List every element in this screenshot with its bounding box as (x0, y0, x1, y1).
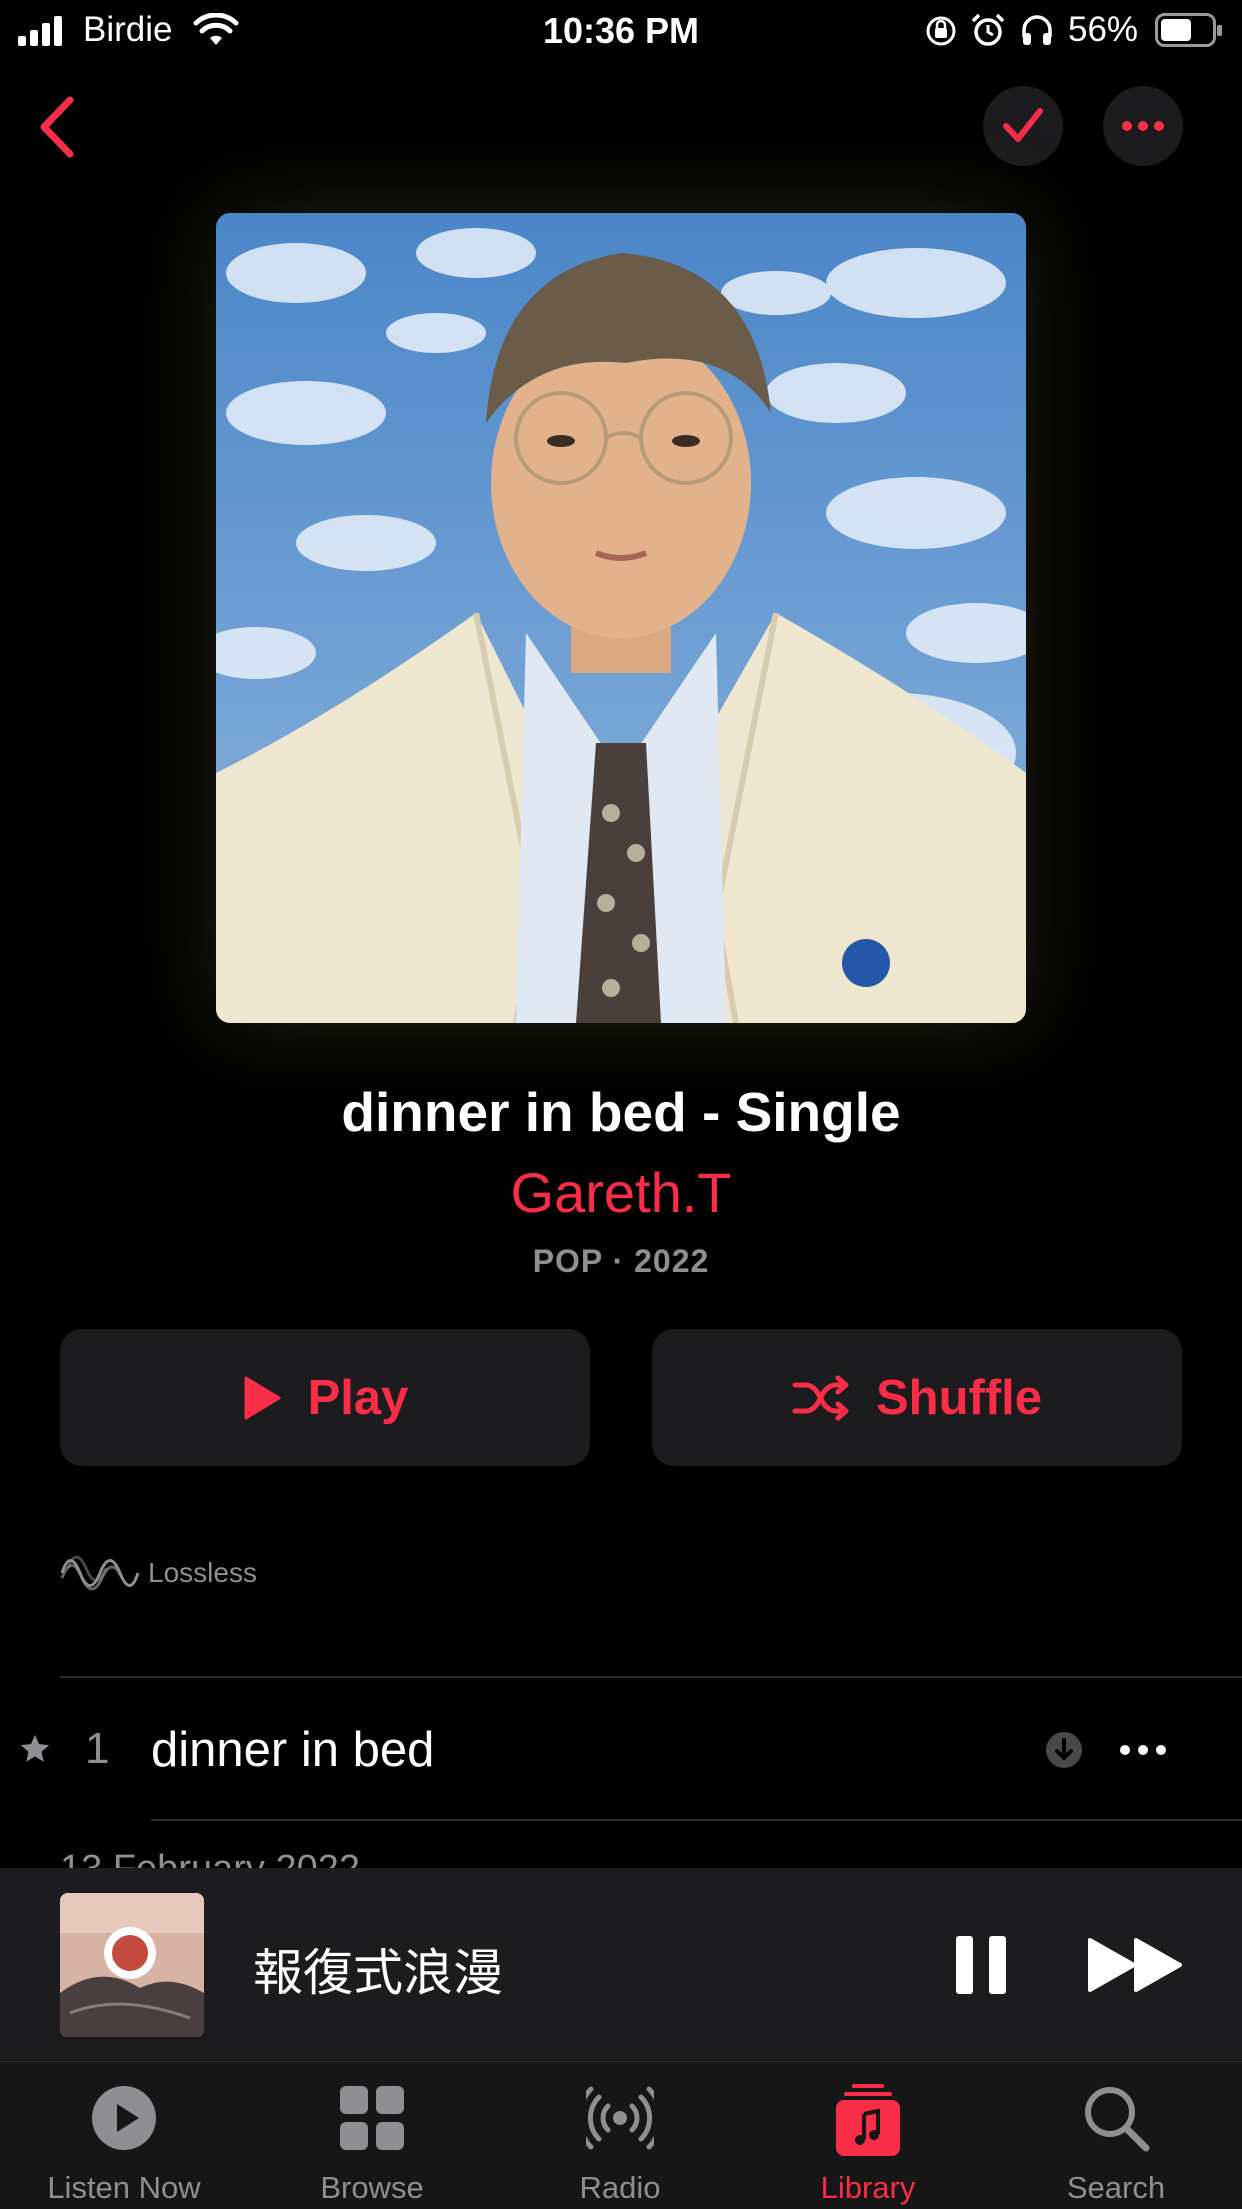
track-title: dinner in bed (151, 1723, 435, 1777)
play-button[interactable]: Play (60, 1329, 590, 1466)
alarm-icon (971, 13, 1005, 46)
track-more-icon[interactable] (1117, 1742, 1169, 1758)
lossless-badge: Lossless (60, 1545, 257, 1601)
artist-link[interactable]: Gareth.T (0, 1160, 1242, 1225)
tab-bar: Listen Now Browse Radio Library Search (0, 2061, 1242, 2209)
genre-year: POP · 2022 (532, 1243, 710, 1279)
tab-search[interactable]: Search (992, 2062, 1240, 2209)
now-playing-title: 報復式浪漫 (253, 1945, 503, 2001)
search-icon (1085, 2087, 1150, 2152)
divider (60, 1676, 1242, 1678)
now-playing-artwork (60, 1893, 204, 2037)
added-to-library-button[interactable] (983, 86, 1063, 166)
fast-forward-icon[interactable] (1088, 1936, 1184, 1994)
track-row[interactable]: 1 dinner in bed (0, 1680, 1242, 1820)
play-button-label: Play (307, 1370, 409, 1425)
more-options-button[interactable] (1103, 86, 1183, 166)
tab-listen-now[interactable]: Listen Now (0, 2062, 248, 2209)
more-icon (1122, 121, 1164, 131)
lossless-label: Lossless (148, 1557, 257, 1588)
shuffle-button-label: Shuffle (875, 1370, 1043, 1425)
battery-icon (1155, 13, 1222, 47)
tab-label: Search (1066, 2170, 1166, 2205)
tab-label: Listen Now (47, 2170, 201, 2205)
download-icon[interactable] (1045, 1731, 1083, 1769)
radio-icon (586, 2086, 654, 2150)
track-number: 1 (85, 1724, 110, 1773)
battery-percentage: 56% (1068, 10, 1139, 49)
divider (151, 1819, 1242, 1821)
library-icon (836, 2084, 900, 2156)
play-icon (244, 1376, 281, 1419)
tab-label: Radio (579, 2170, 661, 2205)
headphones-icon (1022, 15, 1052, 45)
shuffle-button[interactable]: Shuffle (652, 1329, 1182, 1466)
mini-player[interactable]: 報復式浪漫 (0, 1868, 1242, 2061)
tab-label: Browse (320, 2170, 424, 2205)
back-chevron-icon[interactable] (34, 94, 78, 160)
album-artwork (216, 213, 1026, 1023)
status-bar: Birdie 10:36 PM 56% (0, 0, 1242, 62)
shuffle-icon (792, 1375, 849, 1420)
album-title: dinner in bed - Single (341, 1081, 901, 1143)
browse-icon (340, 2086, 404, 2150)
clock: 10:36 PM (542, 10, 700, 51)
tab-browse[interactable]: Browse (248, 2062, 496, 2209)
tab-radio[interactable]: Radio (496, 2062, 744, 2209)
orientation-lock-icon (926, 16, 956, 46)
star-icon (20, 1734, 50, 1762)
tab-label: Library (820, 2170, 916, 2205)
listen-now-icon (92, 2086, 156, 2150)
lossless-icon (60, 1555, 140, 1591)
checkmark-icon (1003, 108, 1043, 142)
pause-icon[interactable] (954, 1934, 1008, 1996)
tab-library[interactable]: Library (744, 2062, 992, 2209)
